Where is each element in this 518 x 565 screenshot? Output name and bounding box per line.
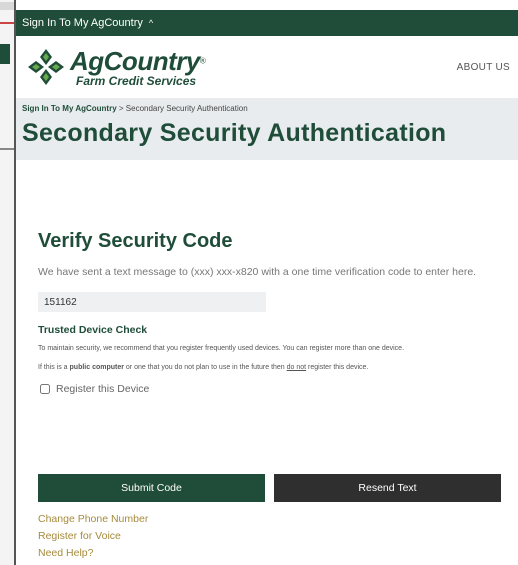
register-voice-link[interactable]: Register for Voice: [38, 530, 148, 542]
breadcrumb-root[interactable]: Sign In To My AgCountry: [22, 104, 117, 113]
background-fragment: [0, 148, 14, 150]
background-fragment: [0, 44, 10, 64]
breadcrumb-current: Secondary Security Authentication: [125, 104, 248, 113]
page-title: Secondary Security Authentication: [22, 119, 447, 147]
brand-subtitle: Farm Credit Services: [76, 73, 197, 88]
brand-name: AgCountry: [70, 45, 200, 76]
title-band: Sign In To My AgCountry > Secondary Secu…: [16, 98, 518, 160]
agcountry-logo[interactable]: AgCountry® Farm Credit Services: [26, 47, 206, 87]
breadcrumb-separator: >: [118, 104, 124, 113]
background-fragment: [0, 2, 14, 10]
note-underline: do not: [286, 363, 307, 371]
background-window: [0, 0, 14, 565]
chevron-up-icon: ^: [148, 18, 154, 28]
register-device-label: Register this Device: [56, 383, 150, 396]
trusted-device-title: Trusted Device Check: [38, 324, 148, 337]
cross-logo-icon: [28, 49, 64, 85]
sign-in-label: Sign In To My AgCountry: [22, 17, 143, 29]
note-text: If this is a: [38, 363, 70, 371]
register-device-checkbox[interactable]: [40, 384, 50, 395]
background-fragment: [0, 22, 14, 24]
action-buttons: Submit Code Resend Text: [38, 474, 510, 504]
need-help-link[interactable]: Need Help?: [38, 547, 148, 559]
note-bold: public computer: [69, 363, 124, 371]
verify-title: Verify Security Code: [38, 230, 233, 252]
page: Sign In To My AgCountry ^ AgCountry® Far…: [16, 10, 518, 565]
change-phone-link[interactable]: Change Phone Number: [38, 513, 148, 525]
note-text: register this device.: [306, 363, 369, 371]
verify-intro: We have sent a text message to (xxx) xxx…: [38, 266, 477, 278]
trusted-note-1: To maintain security, we recommend that …: [38, 345, 405, 353]
resend-text-button[interactable]: Resend Text: [274, 474, 501, 502]
sign-in-dropdown[interactable]: Sign In To My AgCountry ^: [16, 10, 518, 36]
security-code-input[interactable]: [38, 292, 266, 313]
registered-mark: ®: [199, 56, 206, 66]
verify-section: Verify Security Code We have sent a text…: [38, 230, 508, 395]
site-header: AgCountry® Farm Credit Services ABOUT US: [16, 36, 518, 98]
register-device-row[interactable]: Register this Device: [38, 383, 508, 395]
nav-about-us[interactable]: ABOUT US: [457, 62, 510, 73]
note-text: or one that you do not plan to use in th…: [123, 363, 287, 371]
submit-code-button[interactable]: Submit Code: [38, 474, 265, 502]
logo-text: AgCountry® Farm Credit Services: [70, 48, 206, 87]
trusted-note-2: If this is a public computer or one that…: [38, 363, 498, 374]
breadcrumb: Sign In To My AgCountry > Secondary Secu…: [22, 98, 518, 113]
help-links: Change Phone Number Register for Voice N…: [38, 513, 148, 564]
